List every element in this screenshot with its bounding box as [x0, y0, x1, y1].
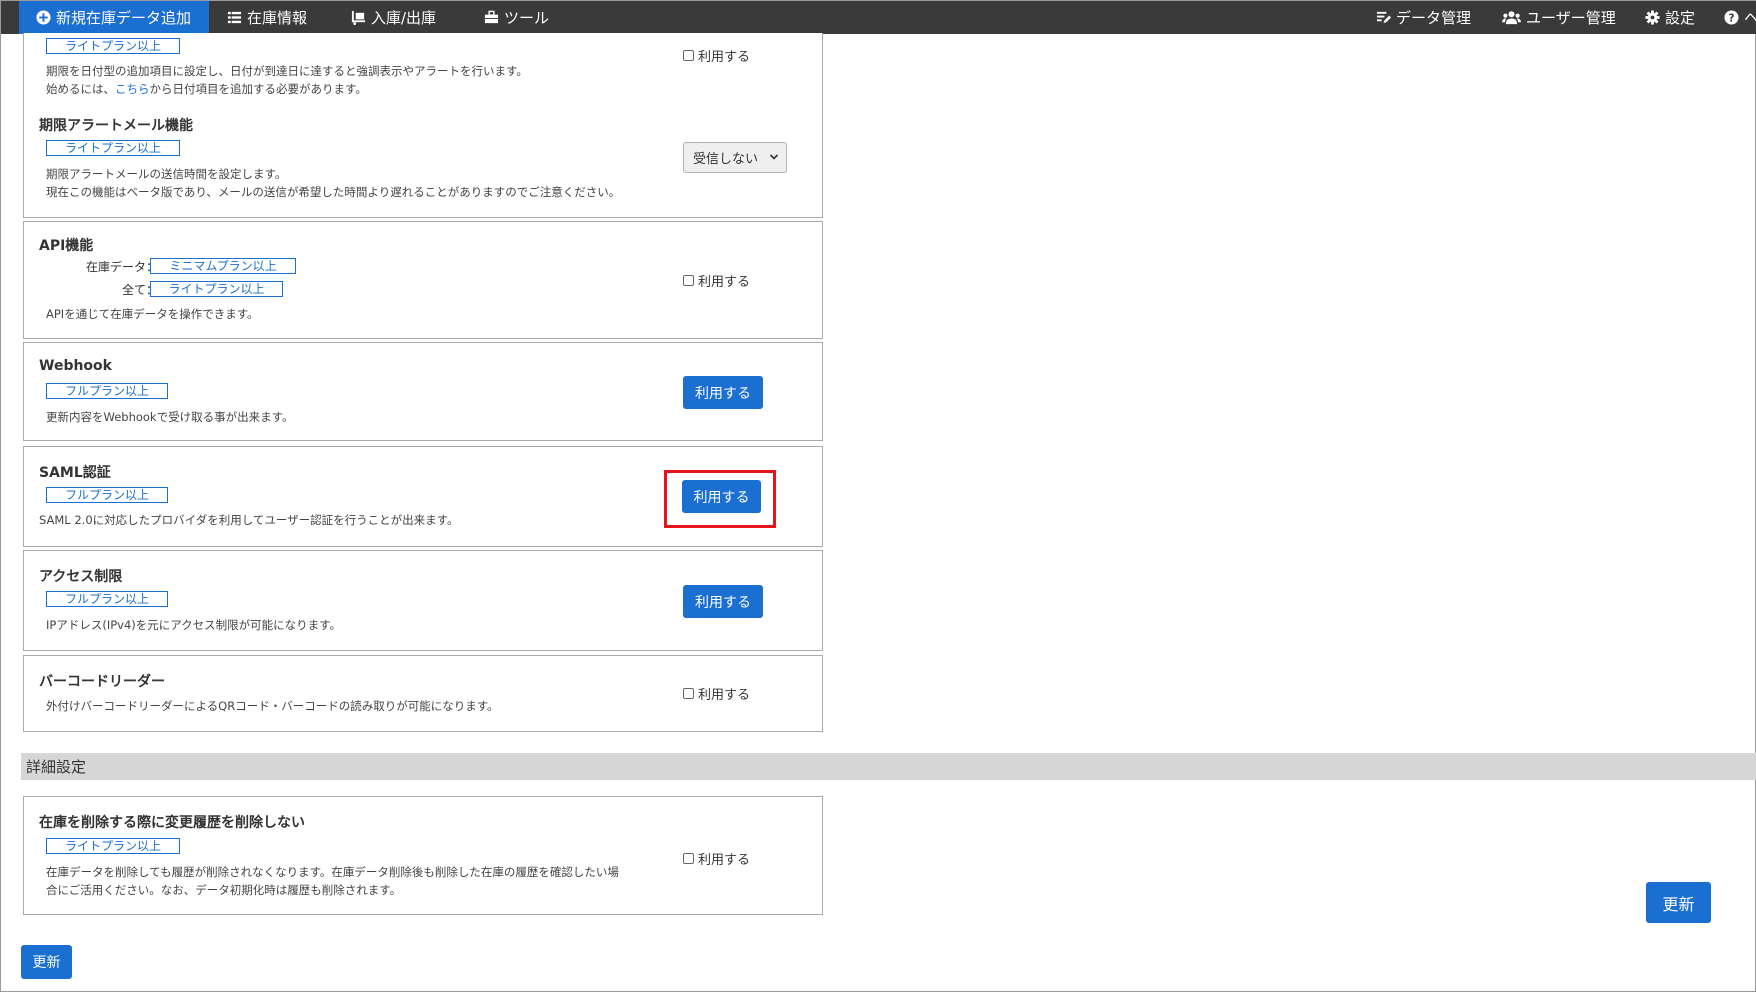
file-sign-icon — [1375, 10, 1391, 26]
access-restriction-use-button[interactable]: 利用する — [683, 585, 763, 618]
plan-badge: フルプラン以上 — [46, 487, 168, 503]
keep-history-checkbox[interactable]: 利用する — [683, 849, 750, 868]
section-title: 詳細設定 — [26, 758, 87, 776]
feature-panel-access-restriction: アクセス制限 フルプラン以上 利用する IPアドレス(IPv4)を元にアクセス制… — [23, 550, 823, 651]
description-line: 現在この機能はベータ版であり、メールの送信が希望した時間より遅れることがあります… — [46, 185, 621, 199]
nav-settings[interactable]: 設定 — [1644, 1, 1695, 34]
description-line: 合にご活用ください。なお、データ初期化時は履歴も削除されます。 — [46, 883, 402, 897]
gear-icon — [1644, 10, 1660, 26]
feature-description: 在庫データを削除しても履歴が削除されなくなります。在庫データ削除後も削除した在庫… — [46, 863, 619, 899]
nav-tools-label: ツール — [504, 9, 550, 27]
select-value: 受信しない — [693, 152, 759, 167]
toolbox-icon — [483, 10, 499, 26]
top-navbar: 新規在庫データ追加 在庫情報 入庫/出庫 ツール データ管理 ユーザー管理 設定… — [1, 1, 1756, 34]
svg-text:?: ? — [1728, 12, 1734, 24]
api-row-label: 全て： — [121, 283, 158, 297]
api-row-label: 在庫データ： — [85, 260, 158, 274]
list-icon — [226, 10, 242, 26]
feature-description: SAML 2.0に対応したプロバイダを利用してユーザー認証を行うことが出来ます。 — [39, 513, 459, 527]
plus-circle-icon — [35, 10, 51, 26]
description-line: 始めるには、こちらから日付項目を追加する必要があります。 — [46, 80, 528, 98]
feature-panel-barcode-reader: バーコードリーダー 利用する 外付けバーコードリーダーによるQRコード・バーコー… — [23, 655, 823, 732]
description-text: から日付項目を追加する必要があります。 — [149, 82, 367, 96]
plan-badge: ライトプラン以上 — [46, 838, 180, 854]
add-date-field-link[interactable]: こちら — [115, 82, 150, 96]
checkbox-box[interactable] — [683, 688, 694, 699]
nav-help[interactable]: ? ヘ — [1723, 1, 1756, 34]
feature-description: 更新内容をWebhookで受け取る事が出来ます。 — [46, 410, 294, 424]
description-line: 在庫データを削除しても履歴が削除されなくなります。在庫データ削除後も削除した在庫… — [46, 865, 619, 879]
nav-inventory[interactable]: 在庫情報 — [226, 1, 307, 34]
update-button[interactable]: 更新 — [21, 945, 72, 979]
alert-mail-time-select[interactable]: 受信しない — [683, 142, 787, 173]
nav-user-management-label: ユーザー管理 — [1526, 9, 1616, 27]
advanced-settings-header: 詳細設定 — [21, 753, 1756, 780]
update-button-floating[interactable]: 更新 — [1646, 882, 1711, 923]
nav-inout[interactable]: 入庫/出庫 — [350, 1, 436, 34]
checkbox-box[interactable] — [683, 50, 694, 61]
feature-panel-keep-history: 在庫を削除する際に変更履歴を削除しない ライトプラン以上 利用する 在庫データを… — [23, 796, 823, 915]
chevron-down-icon — [769, 154, 779, 160]
nav-data-management-label: データ管理 — [1396, 9, 1472, 27]
feature-panel-webhook: Webhook フルプラン以上 利用する 更新内容をWebhookで受け取る事が… — [23, 342, 823, 441]
checkbox-box[interactable] — [683, 275, 694, 286]
users-icon — [1501, 10, 1521, 26]
description-line: 期限を日付型の追加項目に設定し、日付が到達日に達すると強調表示やアラートを行いま… — [46, 64, 528, 78]
feature-panel-api: API機能 在庫データ： ミニマムプラン以上 全て： ライトプラン以上 利用する… — [23, 221, 823, 339]
feature-description: APIを通じて在庫データを操作できます。 — [46, 307, 259, 321]
plan-badge: ライトプラン以上 — [150, 281, 283, 297]
barcode-use-checkbox[interactable]: 利用する — [683, 684, 750, 703]
nav-inout-label: 入庫/出庫 — [371, 9, 437, 27]
feature-description: 外付けバーコードリーダーによるQRコード・バーコードの読み取りが可能になります。 — [46, 699, 499, 713]
checkbox-box[interactable] — [683, 853, 694, 864]
plan-badge: ライトプラン以上 — [46, 38, 180, 54]
feature-title: アクセス制限 — [39, 569, 123, 585]
feature-description: 期限を日付型の追加項目に設定し、日付が到達日に達すると強調表示やアラートを行いま… — [46, 62, 528, 98]
expiry-use-checkbox[interactable]: 利用する — [683, 46, 750, 65]
checkbox-label: 利用する — [698, 688, 751, 703]
checkbox-label: 利用する — [698, 853, 751, 868]
nav-data-management[interactable]: データ管理 — [1375, 1, 1471, 34]
plan-badge: フルプラン以上 — [46, 591, 168, 607]
dolly-icon — [350, 10, 366, 26]
feature-title: API機能 — [39, 238, 94, 254]
plan-badge: ライトプラン以上 — [46, 140, 180, 156]
api-use-checkbox[interactable]: 利用する — [683, 271, 750, 290]
nav-new-inventory[interactable]: 新規在庫データ追加 — [19, 1, 209, 34]
feature-panel-expiry: ライトプラン以上 利用する 期限を日付型の追加項目に設定し、日付が到達日に達する… — [23, 33, 823, 218]
checkbox-label: 利用する — [698, 275, 751, 290]
description-text: 始めるには、 — [46, 82, 115, 96]
nav-settings-label: 設定 — [1665, 9, 1696, 27]
feature-description: IPアドレス(IPv4)を元にアクセス制限が可能になります。 — [46, 618, 342, 632]
help-icon: ? — [1723, 10, 1739, 26]
nav-inventory-label: 在庫情報 — [247, 9, 308, 27]
feature-title: Webhook — [39, 358, 112, 374]
checkbox-label: 利用する — [698, 50, 751, 65]
feature-title: SAML認証 — [39, 465, 111, 481]
webhook-use-button[interactable]: 利用する — [683, 376, 763, 409]
description-line: 期限アラートメールの送信時間を設定します。 — [46, 167, 287, 181]
feature-title: 期限アラートメール機能 — [39, 118, 193, 134]
nav-user-management[interactable]: ユーザー管理 — [1501, 1, 1616, 34]
nav-new-inventory-label: 新規在庫データ追加 — [56, 9, 192, 27]
highlight-box — [664, 470, 776, 528]
plan-badge: ミニマムプラン以上 — [150, 258, 296, 274]
feature-description: 期限アラートメールの送信時間を設定します。 現在この機能はベータ版であり、メール… — [46, 165, 620, 201]
nav-tools[interactable]: ツール — [483, 1, 549, 34]
plan-badge: フルプラン以上 — [46, 383, 168, 399]
feature-title: 在庫を削除する際に変更履歴を削除しない — [39, 815, 305, 831]
feature-title: バーコードリーダー — [39, 674, 165, 690]
nav-help-label: ヘ — [1744, 9, 1756, 27]
